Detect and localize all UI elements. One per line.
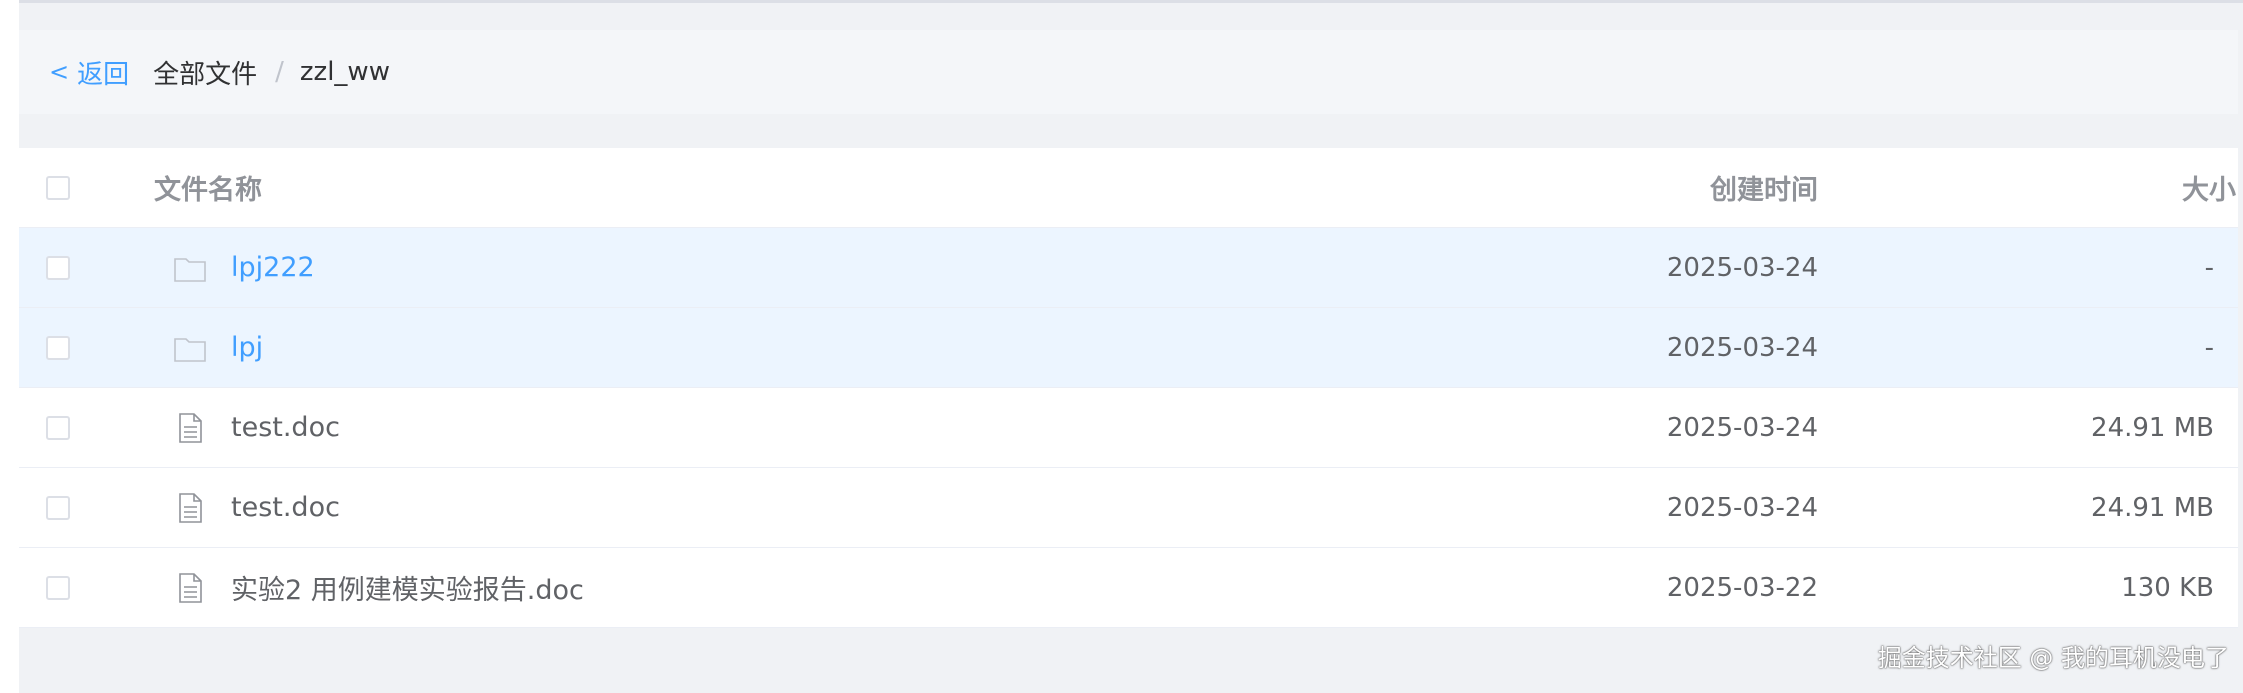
chevron-left-icon: <: [49, 58, 70, 86]
row-checkbox[interactable]: [46, 335, 70, 360]
breadcrumb-current: zzl_ww: [299, 57, 390, 87]
row-checkbox[interactable]: [46, 495, 70, 520]
top-divider: [0, 0, 2243, 3]
created-date: 2025-03-24: [1666, 492, 1818, 523]
file-table: 文件名称 创建时间 大小 lpj222 2025-03-24 - lpj 202…: [19, 148, 2238, 628]
row-checkbox[interactable]: [46, 575, 70, 600]
header-size[interactable]: 大小: [2182, 168, 2236, 207]
file-size: 24.91 MB: [2091, 412, 2214, 443]
document-icon: [173, 411, 207, 445]
file-size: 130 KB: [2121, 572, 2214, 603]
file-name-cell: lpj: [153, 331, 263, 365]
breadcrumb-separator: /: [275, 57, 284, 87]
created-date: 2025-03-24: [1666, 412, 1818, 443]
table-header: 文件名称 创建时间 大小: [19, 148, 2238, 228]
breadcrumb-root[interactable]: 全部文件: [153, 54, 257, 91]
left-gutter: [0, 0, 19, 693]
folder-icon: [173, 331, 207, 365]
file-name[interactable]: test.doc: [231, 492, 340, 523]
file-name[interactable]: lpj: [231, 332, 263, 363]
file-name-cell: test.doc: [153, 411, 340, 445]
table-row[interactable]: test.doc 2025-03-24 24.91 MB: [19, 388, 2238, 468]
table-row[interactable]: 实验2 用例建模实验报告.doc 2025-03-22 130 KB: [19, 548, 2238, 628]
header-created[interactable]: 创建时间: [1710, 168, 1818, 207]
created-date: 2025-03-22: [1666, 572, 1818, 603]
file-size: -: [2204, 332, 2214, 363]
table-row[interactable]: lpj 2025-03-24 -: [19, 308, 2238, 388]
header-name[interactable]: 文件名称: [154, 168, 262, 207]
document-icon: [173, 571, 207, 605]
select-all-checkbox[interactable]: [46, 175, 70, 200]
file-size: -: [2204, 252, 2214, 283]
file-name[interactable]: 实验2 用例建模实验报告.doc: [231, 568, 584, 607]
file-size: 24.91 MB: [2091, 492, 2214, 523]
created-date: 2025-03-24: [1666, 332, 1818, 363]
table-row[interactable]: test.doc 2025-03-24 24.91 MB: [19, 468, 2238, 548]
row-checkbox[interactable]: [46, 415, 70, 440]
breadcrumb: < 返回 全部文件 / zzl_ww: [19, 30, 2238, 114]
file-name-cell: test.doc: [153, 491, 340, 525]
back-button[interactable]: < 返回: [49, 54, 129, 91]
file-name[interactable]: test.doc: [231, 412, 340, 443]
file-name-cell: 实验2 用例建模实验报告.doc: [153, 568, 584, 607]
table-row[interactable]: lpj222 2025-03-24 -: [19, 228, 2238, 308]
file-name[interactable]: lpj222: [231, 252, 315, 283]
file-name-cell: lpj222: [153, 251, 315, 285]
folder-icon: [173, 251, 207, 285]
watermark: 掘金技术社区 @ 我的耳机没电了: [1877, 644, 2229, 672]
created-date: 2025-03-24: [1666, 252, 1818, 283]
document-icon: [173, 491, 207, 525]
back-label: 返回: [77, 59, 130, 90]
row-checkbox[interactable]: [46, 255, 70, 280]
